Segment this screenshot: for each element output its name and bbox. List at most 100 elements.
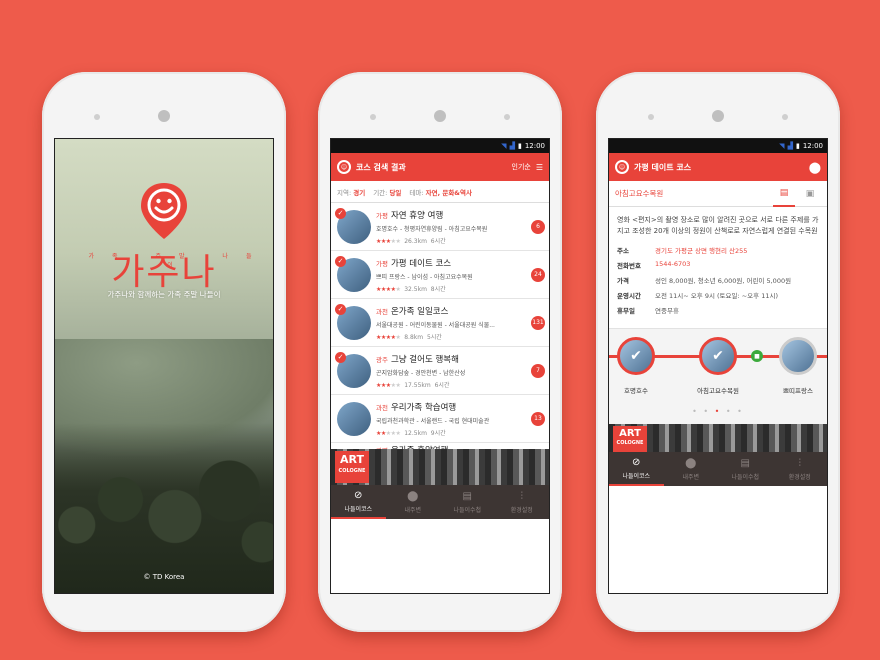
rating-stars: ★★★★★ <box>376 285 401 293</box>
splash-screen: 가족 주말 나들이 가주나 가주나와 함께하는 가족 주말 나들이 © TD K… <box>54 138 274 594</box>
proximity-sensor <box>648 114 654 120</box>
course-title: 광주 그냥 걸어도 행복해 <box>376 353 526 365</box>
sort-button[interactable]: 인기순 <box>512 162 531 172</box>
tab-notebook[interactable]: ▤ 나들이수첩 <box>440 485 495 519</box>
ad-line-2: COLOGNE <box>616 440 644 446</box>
route-stop-3[interactable] <box>779 337 817 375</box>
course-meta: ★★★★★ 17.55km 6시간 <box>376 380 526 389</box>
splash-tagline: 가주나와 함께하는 가족 주말 나들이 <box>107 290 221 299</box>
course-list-item[interactable]: ✓ 가평 가평 데이트 코스 쁘띠 프랑스 - 남이섬 - 아침고요수목원 ★★★… <box>331 251 549 299</box>
phone-splash: 가족 주말 나들이 가주나 가주나와 함께하는 가족 주말 나들이 © TD K… <box>42 72 286 632</box>
course-thumbnail: ✓ <box>335 255 371 292</box>
filter-theme[interactable]: 테마: 자연, 문화&역사 <box>409 187 472 197</box>
course-area: 가평 <box>376 259 388 268</box>
course-area: 광주 <box>376 355 388 364</box>
course-duration: 8시간 <box>430 285 446 293</box>
course-duration: 5시간 <box>426 333 442 341</box>
ad-banner[interactable]: ART COLOGNE <box>609 424 827 452</box>
place-header: 아침고요수목원 ▤ ▣ <box>609 181 827 207</box>
check-icon: ✓ <box>335 303 346 315</box>
app-bar: ☺ 가평 데이트 코스 ⬤ <box>609 153 827 181</box>
course-title-text: 그냥 걸어도 행복해 <box>390 354 459 365</box>
location-pin-icon: ⬤ <box>685 457 697 469</box>
course-places: 곤지암화담숲 - 경안천변 - 남한산성 <box>376 369 466 377</box>
route-stop-2[interactable]: ✔ <box>699 337 737 375</box>
course-list-item[interactable]: 과천 우리가족 학습여행 국립과천과학관 - 서울랜드 - 국립 현대미술관 ★★… <box>331 395 549 443</box>
phone-list: ◥ ▟ ▮ 12:00 ☺ 코스 검색 결과 인기순 ☰ 지역: 경기 기간: … <box>318 72 562 632</box>
course-area: 과천 <box>376 307 388 316</box>
info-tab-icon[interactable]: ▤ <box>773 181 795 207</box>
info-key: 휴무일 <box>617 307 635 315</box>
earpiece-speaker <box>434 110 446 122</box>
course-distance: 12.5km <box>404 429 427 437</box>
app-logo-icon[interactable]: ☺ <box>337 160 351 174</box>
info-row: 운영시간 오전 11시~ 오후 9시 (토요일: ~오후 11시) <box>617 290 819 300</box>
tab-label: 환경설정 <box>510 506 533 514</box>
info-value: 성인 8,000원, 청소년 6,000원, 어린이 5,000원 <box>655 277 792 285</box>
filter-label: 기간: <box>373 188 388 197</box>
bus-icon: ■ <box>751 350 763 362</box>
course-title-text: 가평 데이트 코스 <box>390 258 452 269</box>
filter-region[interactable]: 지역: 경기 <box>337 187 365 197</box>
phone-detail: ◥ ▟ ▮ 12:00 ☺ 가평 데이트 코스 ⬤ 아침고요수목원 ▤ ▣ 영화… <box>596 72 840 632</box>
comment-count-badge: 131 <box>531 315 545 330</box>
battery-icon: ▮ <box>517 142 522 150</box>
course-meta: ★★★★★ 8.8km 5시간 <box>376 332 526 341</box>
course-places: 쁘띠 프랑스 - 남이섬 - 아침고요수목원 <box>376 273 473 281</box>
earpiece-speaker <box>712 110 724 122</box>
ad-line-2: COLOGNE <box>338 468 366 474</box>
check-icon: ✔ <box>630 348 642 364</box>
course-title: 과천 온가족 일일코스 <box>376 305 526 317</box>
settings-sliders-icon: ⫶ <box>798 457 802 469</box>
course-distance: 17.55km <box>404 381 431 389</box>
course-duration: 6시간 <box>434 381 450 389</box>
route-stop-1[interactable]: ✔ <box>617 337 655 375</box>
tab-settings-sliders[interactable]: ⫶ 환경설정 <box>495 485 550 519</box>
smiley-pin-logo-icon <box>141 183 187 239</box>
info-value[interactable]: 1544-6703 <box>655 260 690 270</box>
tab-location-pin[interactable]: ⬤ 내주변 <box>386 485 441 519</box>
course-thumbnail: ✓ <box>335 303 371 340</box>
course-info: 과천 온가족 일일코스 서울대공원 - 어린이동물원 - 서울대공원 식물... … <box>376 305 526 341</box>
bottom-tab-bar: ⊘ 나들이코스 ⬤ 내주변 ▤ 나들이수첩 ⫶ 환경설정 <box>609 452 827 486</box>
tab-compass[interactable]: ⊘ 나들이코스 <box>609 452 664 486</box>
wifi-icon: ◥ <box>501 142 507 150</box>
bottom-tab-bar: ⊘ 나들이코스 ⬤ 내주변 ▤ 나들이수첩 ⫶ 환경설정 <box>331 485 549 519</box>
course-meta: ★★★★★ 26.3km 6시간 <box>376 236 526 245</box>
tab-compass[interactable]: ⊘ 나들이코스 <box>331 485 386 519</box>
tab-notebook[interactable]: ▤ 나들이수첩 <box>718 452 773 486</box>
tab-label: 나들이수첩 <box>453 506 482 514</box>
map-pin-icon[interactable]: ⬤ <box>809 161 821 174</box>
course-route: ✔ ✔ ■ 호명호수 아침고요수목원 쁘띠프랑스 • • • • • <box>609 328 827 424</box>
course-meta: ★★★★★ 32.5km 8시간 <box>376 284 526 293</box>
course-thumbnail: ✓ <box>335 351 371 388</box>
tab-settings-sliders[interactable]: ⫶ 환경설정 <box>773 452 828 486</box>
sort-list-icon[interactable]: ☰ <box>536 163 543 172</box>
splash-background: 가족 주말 나들이 가주나 가주나와 함께하는 가족 주말 나들이 © TD K… <box>55 139 273 593</box>
app-bar: ☺ 코스 검색 결과 인기순 ☰ <box>331 153 549 181</box>
notebook-icon: ▤ <box>740 457 750 469</box>
info-value[interactable]: 경기도 가평군 상면 행현리 산255 <box>655 245 747 255</box>
photo-tab-icon[interactable]: ▣ <box>799 181 821 207</box>
filter-duration[interactable]: 기간: 당일 <box>373 187 401 197</box>
course-distance: 32.5km <box>404 285 427 293</box>
ad-logo: ART COLOGNE <box>335 451 369 483</box>
page-title: 가평 데이트 코스 <box>634 162 692 172</box>
course-area: 가평 <box>376 211 388 220</box>
tab-location-pin[interactable]: ⬤ 내주변 <box>664 452 719 486</box>
info-row: 휴무일 연중무휴 <box>617 305 819 315</box>
course-list-item[interactable]: ✓ 광주 그냥 걸어도 행복해 곤지암화담숲 - 경안천변 - 남한산성 ★★★★… <box>331 347 549 395</box>
battery-icon: ▮ <box>795 142 800 150</box>
course-list-item[interactable]: ✓ 가평 자연 휴양 여행 호명호수 - 청평자연휴양림 - 아침고요수목원 ★★… <box>331 203 549 251</box>
ad-line-1: ART <box>619 428 641 439</box>
course-list-item[interactable]: ✓ 과천 온가족 일일코스 서울대공원 - 어린이동물원 - 서울대공원 식물..… <box>331 299 549 347</box>
app-logo-text: 가주나 <box>111 252 217 293</box>
page-indicator: • • • • • <box>692 407 744 416</box>
app-logo-icon[interactable]: ☺ <box>615 160 629 174</box>
filter-bar[interactable]: 지역: 경기 기간: 당일 테마: 자연, 문화&역사 <box>331 181 549 203</box>
ad-banner[interactable]: ART COLOGNE <box>331 449 549 485</box>
ad-logo: ART COLOGNE <box>613 426 647 452</box>
landscape-trees <box>55 423 273 593</box>
comment-count-badge: 6 <box>531 219 545 234</box>
course-list: ✓ 가평 자연 휴양 여행 호명호수 - 청평자연휴양림 - 아침고요수목원 ★★… <box>331 203 549 449</box>
